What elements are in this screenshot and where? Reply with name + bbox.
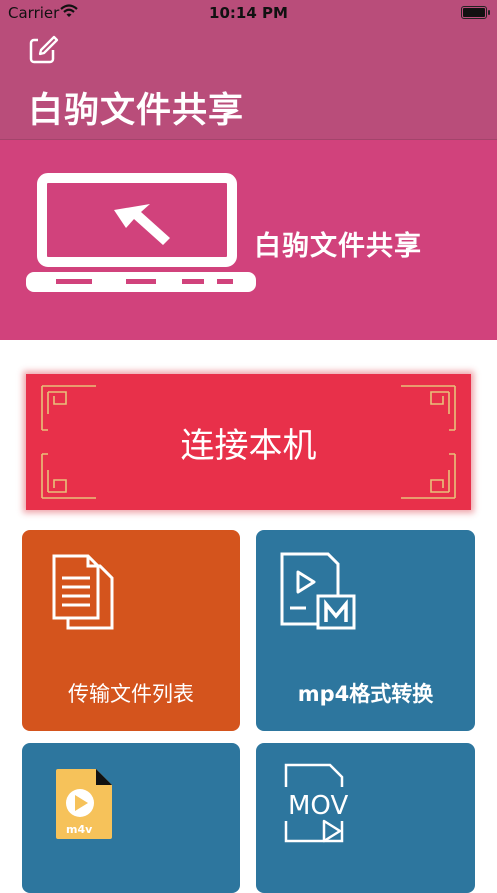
m4v-icon-text: m4v — [66, 823, 93, 836]
page-title: 白驹文件共享 — [28, 91, 245, 131]
mp4-convert-tile[interactable]: mp4格式转换 — [256, 530, 475, 731]
clock: 10:14 PM — [209, 4, 288, 22]
video-convert-icon — [280, 552, 356, 630]
tile-label: 传输文件列表 — [68, 682, 194, 706]
laptop-icon — [26, 173, 256, 292]
mov-file-icon: MOV — [284, 763, 354, 843]
documents-icon — [52, 554, 114, 630]
m4v-file-icon: m4v — [56, 769, 112, 839]
tile-label: mp4格式转换 — [297, 682, 434, 706]
nav-header: Carrier 10:14 PM 白驹文件共享 — [0, 0, 497, 140]
transfer-file-list-tile[interactable]: 传输文件列表 — [22, 530, 240, 731]
status-bar: Carrier 10:14 PM — [0, 0, 497, 26]
battery-icon — [461, 6, 490, 19]
mov-tile[interactable]: MOV — [256, 743, 475, 893]
banner-text: 白驹文件共享 — [254, 231, 422, 262]
m4v-tile[interactable]: m4v — [22, 743, 240, 893]
connect-button[interactable]: 连接本机 — [26, 374, 471, 510]
connect-button-label: 连接本机 — [180, 426, 317, 466]
mov-icon-text: MOV — [288, 791, 348, 821]
edit-icon[interactable] — [28, 34, 60, 66]
